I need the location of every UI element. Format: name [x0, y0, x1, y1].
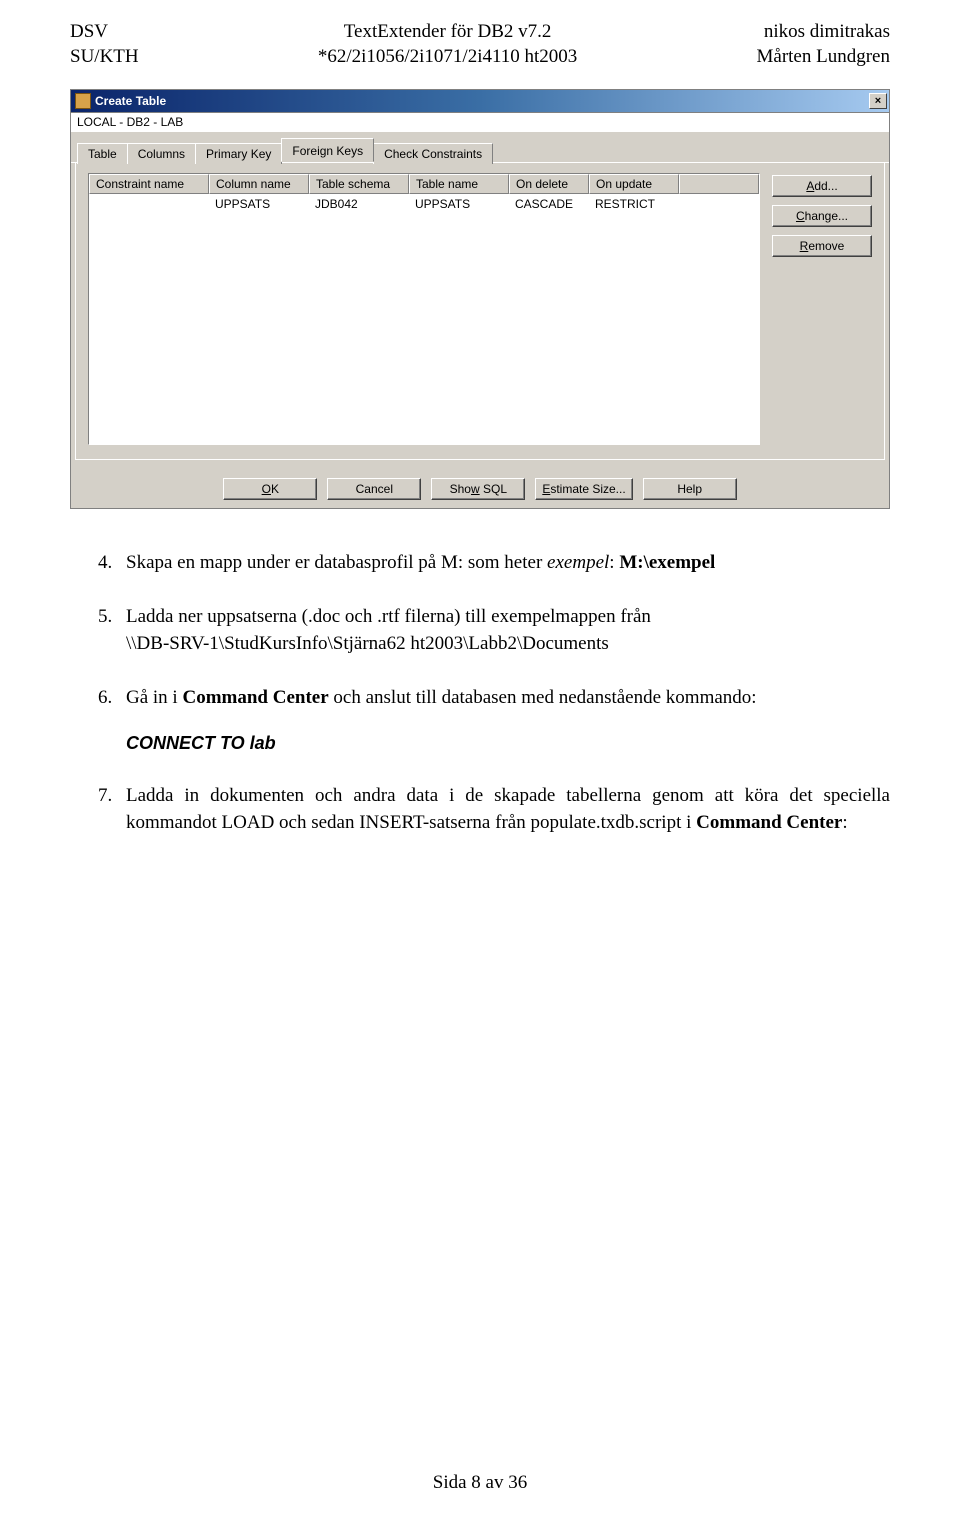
add-label: dd...	[814, 179, 837, 193]
header-center: TextExtender för DB2 v7.2 *62/2i1056/2i1…	[318, 20, 578, 69]
change-label: hange...	[805, 209, 848, 223]
header-left: DSV SU/KTH	[70, 20, 139, 69]
tab-columns[interactable]: Columns	[127, 143, 196, 164]
cell-table-name: UPPSATS	[409, 194, 509, 214]
estimate-size-button[interactable]: Estimate Size...	[535, 478, 632, 500]
header-center-1: TextExtender för DB2 v7.2	[344, 21, 552, 42]
col-on-delete[interactable]: On delete	[509, 174, 589, 194]
cell-on-delete: CASCADE	[509, 194, 589, 214]
col-column-name[interactable]: Column name	[209, 174, 309, 194]
ok-button[interactable]: OK	[223, 478, 317, 500]
close-icon[interactable]: ×	[869, 93, 887, 109]
document-body: Skapa en mapp under er databasprofil på …	[70, 549, 890, 836]
page-footer: Sida 8 av 36	[0, 1472, 960, 1494]
cell-on-update: RESTRICT	[589, 194, 679, 214]
header-left-2: SU/KTH	[70, 46, 139, 67]
dialog-path: LOCAL - DB2 - LAB	[71, 112, 889, 132]
dialog-bottom-buttons: OK Cancel Show SQL Estimate Size... Help	[71, 464, 889, 508]
app-icon	[75, 93, 91, 109]
list-item-7: Ladda in dokumenten och andra data i de …	[98, 782, 890, 837]
page-header: DSV SU/KTH TextExtender för DB2 v7.2 *62…	[70, 20, 890, 69]
header-left-1: DSV	[70, 21, 108, 42]
header-right: nikos dimitrakas Mårten Lundgren	[757, 20, 890, 69]
cancel-button[interactable]: Cancel	[327, 478, 421, 500]
tab-body: Constraint name Column name Table schema…	[75, 163, 885, 460]
table-row[interactable]: UPPSATS JDB042 UPPSATS CASCADE RESTRICT	[89, 194, 759, 214]
list-item-5: Ladda ner uppsatserna (.doc och .rtf fil…	[98, 603, 890, 658]
connect-command: CONNECT TO lab	[126, 730, 890, 756]
change-button[interactable]: Change...	[772, 205, 872, 227]
remove-label: emove	[808, 239, 844, 253]
add-button[interactable]: Add...	[772, 175, 872, 197]
show-sql-button[interactable]: Show SQL	[431, 478, 525, 500]
col-filler	[679, 174, 759, 194]
dialog-title: Create Table	[95, 94, 869, 108]
grid-header: Constraint name Column name Table schema…	[89, 174, 759, 194]
foreign-keys-grid[interactable]: Constraint name Column name Table schema…	[88, 173, 760, 445]
cell-column-name: UPPSATS	[209, 194, 309, 214]
list-item-4: Skapa en mapp under er databasprofil på …	[98, 549, 890, 577]
header-right-1: nikos dimitrakas	[764, 21, 890, 42]
cell-table-schema: JDB042	[309, 194, 409, 214]
col-table-schema[interactable]: Table schema	[309, 174, 409, 194]
col-on-update[interactable]: On update	[589, 174, 679, 194]
tab-table[interactable]: Table	[77, 143, 128, 164]
tab-foreign-keys[interactable]: Foreign Keys	[281, 138, 374, 162]
side-buttons: Add... Change... Remove	[772, 173, 872, 445]
dialog-titlebar[interactable]: Create Table ×	[71, 90, 889, 112]
help-button[interactable]: Help	[643, 478, 737, 500]
remove-button[interactable]: Remove	[772, 235, 872, 257]
col-table-name[interactable]: Table name	[409, 174, 509, 194]
col-constraint-name[interactable]: Constraint name	[89, 174, 209, 194]
create-table-dialog: Create Table × LOCAL - DB2 - LAB Table C…	[70, 89, 890, 509]
header-center-2: *62/2i1056/2i1071/2i4110 ht2003	[318, 46, 578, 67]
header-right-2: Mårten Lundgren	[757, 46, 890, 67]
tab-check-constraints[interactable]: Check Constraints	[373, 143, 493, 164]
cell-constraint-name	[89, 194, 209, 214]
tab-strip: Table Columns Primary Key Foreign Keys C…	[71, 132, 889, 163]
list-item-6: Gå in i Command Center och anslut till d…	[98, 684, 890, 756]
tab-primary-key[interactable]: Primary Key	[195, 143, 282, 164]
